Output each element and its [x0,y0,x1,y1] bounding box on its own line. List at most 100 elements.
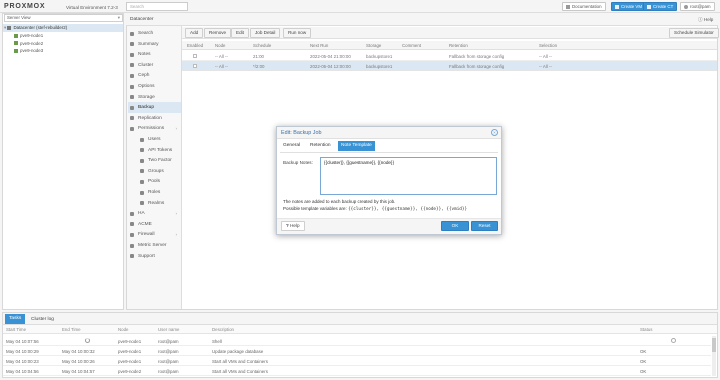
log-cell-start: May 04 10:04:56 [6,369,39,375]
nav-item-firewall[interactable]: Firewall › [128,229,181,240]
nav-item-label: Backup [138,105,154,111]
nav-item-storage[interactable]: Storage [128,92,181,103]
log-row[interactable] [3,346,711,356]
tab-cluster-log[interactable]: Cluster log [31,317,54,322]
nav-item-label: ACME [138,221,152,227]
backup-notes-textarea[interactable]: {{cluster}}, {{guestname}}, {{node}} [320,157,497,195]
nav-item-pools[interactable]: Pools [128,176,181,187]
col-status[interactable]: Status [640,327,652,332]
tree-node-2[interactable]: pve9-node2 [14,40,43,47]
book-icon [566,4,570,9]
col-comment[interactable]: Comment [402,43,421,48]
nav-item-ha[interactable]: HA › [128,208,181,219]
col-description[interactable]: Description [212,327,234,332]
nav-item-search[interactable]: Search [128,28,181,39]
col-node[interactable]: Node [215,43,226,48]
nav-item-summary[interactable]: Summary [128,39,181,50]
nav-item-roles[interactable]: Roles [128,187,181,198]
nav-item-api-tokens[interactable]: API Tokens [128,145,181,156]
close-icon[interactable]: × [491,128,498,136]
nav-item-permissions[interactable]: Permissions › [128,123,181,134]
help-link[interactable]: ⓘ Help [698,17,713,23]
help-button[interactable]: ? Help [281,221,305,231]
log-cell-desc: Update package database [212,348,264,354]
add-button[interactable]: Add [185,28,204,38]
edit-button[interactable]: Edit [231,28,249,38]
nav-item-label: Storage [138,94,155,100]
col-start-time[interactable]: Start Time [6,327,26,332]
col-schedule[interactable]: Schedule [253,43,271,48]
col-user-name[interactable]: User name [158,327,179,332]
log-cell-start: May 04 10:00:23 [6,358,39,364]
col-retention[interactable]: Retention [449,43,468,48]
nav-item-label: Permissions [138,126,165,132]
ceph-icon [130,73,134,78]
col-log-node[interactable]: Node [118,327,129,332]
tab-tasks[interactable]: Tasks [5,314,26,324]
enabled-checkbox[interactable] [193,63,197,68]
cube-icon [647,4,651,9]
nav-item-label: Support [138,253,155,259]
create-ct-button[interactable]: Create CT [643,2,678,11]
running-spinner-icon [85,337,90,343]
log-row[interactable] [3,356,711,366]
nav-item-ceph[interactable]: Ceph [128,70,181,81]
tab-note-template[interactable]: Note Template [338,141,375,151]
nav-item-users[interactable]: Users [128,134,181,145]
col-selection[interactable]: Selection [539,43,557,48]
firewall-icon [130,232,134,237]
log-cell-user: root@pam [158,338,179,344]
reset-button[interactable]: Reset [471,221,498,231]
col-storage[interactable]: Storage [366,43,381,48]
log-row[interactable] [3,336,711,346]
nav-item-groups[interactable]: Groups [128,166,181,177]
tab-retention[interactable]: Retention [310,143,331,148]
nav-item-backup[interactable]: Backup [128,102,181,114]
user-menu-button[interactable]: root@pam [680,2,715,11]
global-search-input[interactable]: Search [126,2,188,11]
support-icon [130,254,134,259]
nav-item-two-factor[interactable]: Two Factor [128,155,181,166]
groups-icon [140,169,144,174]
tree-datacenter[interactable]: ▾ Datacenter (stef-rebuilder2) [3,24,123,32]
nav-item-cluster[interactable]: Cluster [128,60,181,71]
nav-item-options[interactable]: Options [128,81,181,92]
nav-item-label: Notes [138,52,151,58]
scrollbar-thumb[interactable] [712,338,716,352]
nav-item-label: Cluster [138,62,154,68]
view-selector[interactable]: Server View ▾ [4,14,123,22]
nav-item-label: Pools [148,179,160,185]
tree-node-1[interactable]: pve9-node1 [14,32,43,39]
nav-item-acme[interactable]: ACME [128,219,181,230]
chevron-down-icon: ▾ [117,15,120,20]
log-scrollbar[interactable] [712,336,716,376]
remove-button[interactable]: Remove [204,28,232,38]
create-vm-button[interactable]: Create VM [611,2,646,11]
product-version: Virtual Environment 7.2-3 [66,4,118,10]
nav-item-replication[interactable]: Replication [128,113,181,124]
nav-item-metric-server[interactable]: Metric Server [128,240,181,251]
col-end-time[interactable]: End Time [62,327,81,332]
nav-item-label: Summary [138,41,159,47]
col-next-run[interactable]: Next Run [310,43,328,48]
users-icon [140,137,144,142]
tab-general[interactable]: General [283,143,300,148]
question-icon: ⓘ [698,16,703,22]
documentation-button[interactable]: Documentation [562,2,606,11]
row-node: -- All -- [215,63,228,69]
nav-item-label: Metric Server [138,243,167,248]
job-detail-button[interactable]: Job Detail [250,28,281,38]
ok-button[interactable]: OK [441,221,469,231]
col-enabled[interactable]: Enabled [187,43,203,48]
nav-item-notes[interactable]: Notes [128,49,181,60]
server-icon [7,25,12,30]
log-table-header [3,325,717,334]
run-now-button[interactable]: Run now [283,28,312,38]
enabled-checkbox[interactable] [193,53,197,58]
tree-node-3[interactable]: pve9-node3 [14,47,43,54]
log-row[interactable] [3,367,711,377]
schedule-simulator-button[interactable]: Schedule Simulator [669,28,719,38]
nav-item-realms[interactable]: Realms [128,198,181,209]
nav-item-support[interactable]: Support [128,251,181,262]
nav-item-label: Two Factor [148,158,172,164]
